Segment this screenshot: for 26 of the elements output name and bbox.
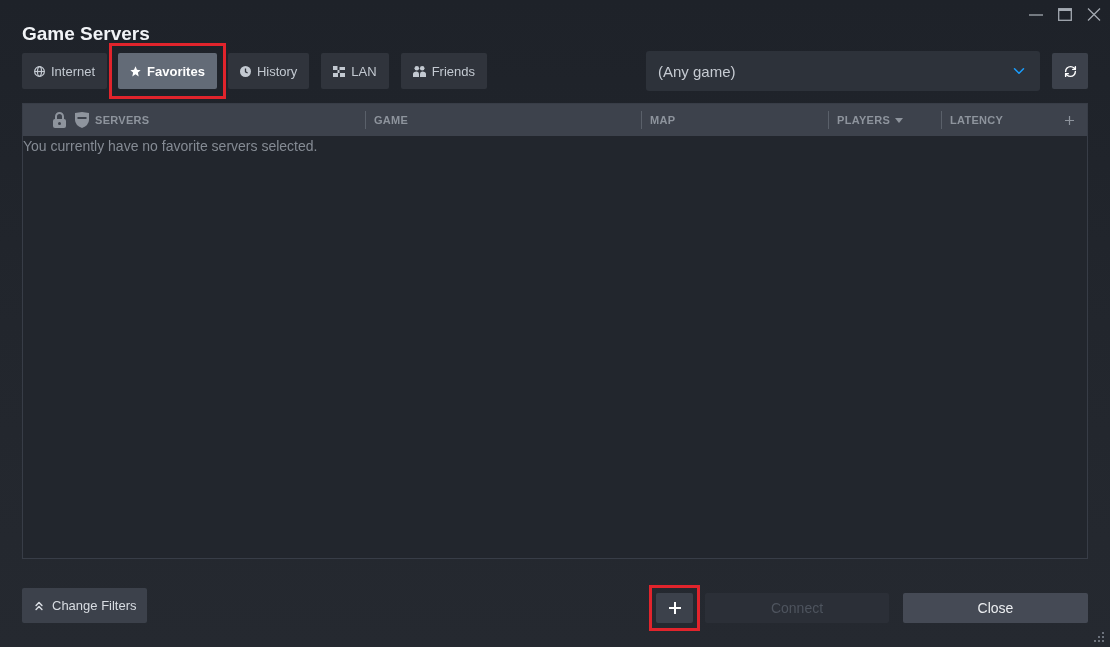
people-icon xyxy=(412,65,426,77)
network-icon xyxy=(333,65,346,77)
lock-icon xyxy=(53,112,66,128)
plus-icon[interactable] xyxy=(1065,115,1074,125)
sort-caret-icon xyxy=(895,117,904,123)
shield-icon xyxy=(75,112,89,128)
maximize-icon[interactable] xyxy=(1058,7,1072,21)
close-button[interactable]: Close xyxy=(903,593,1088,623)
refresh-button[interactable] xyxy=(1052,53,1088,89)
empty-list-message: You currently have no favorite servers selected. xyxy=(23,137,319,156)
add-server-button[interactable] xyxy=(656,593,693,623)
change-filters-button[interactable]: Change Filters xyxy=(22,588,147,623)
tab[interactable]: History xyxy=(227,53,310,89)
star-icon xyxy=(130,65,142,77)
refresh-icon xyxy=(1063,64,1077,78)
tab[interactable]: Internet xyxy=(22,53,108,89)
resize-grip-icon[interactable] xyxy=(1093,632,1105,644)
clock-icon xyxy=(239,65,251,77)
tab[interactable]: Friends xyxy=(400,53,487,89)
game-filter-dropdown[interactable]: (Any game) xyxy=(646,51,1040,91)
tab[interactable]: LAN xyxy=(321,53,389,89)
close-icon[interactable] xyxy=(1087,7,1101,21)
tab[interactable]: Favorites xyxy=(118,53,217,89)
globe-icon xyxy=(34,65,45,77)
plus-icon xyxy=(668,602,681,614)
window-title: Game Servers xyxy=(22,22,150,46)
